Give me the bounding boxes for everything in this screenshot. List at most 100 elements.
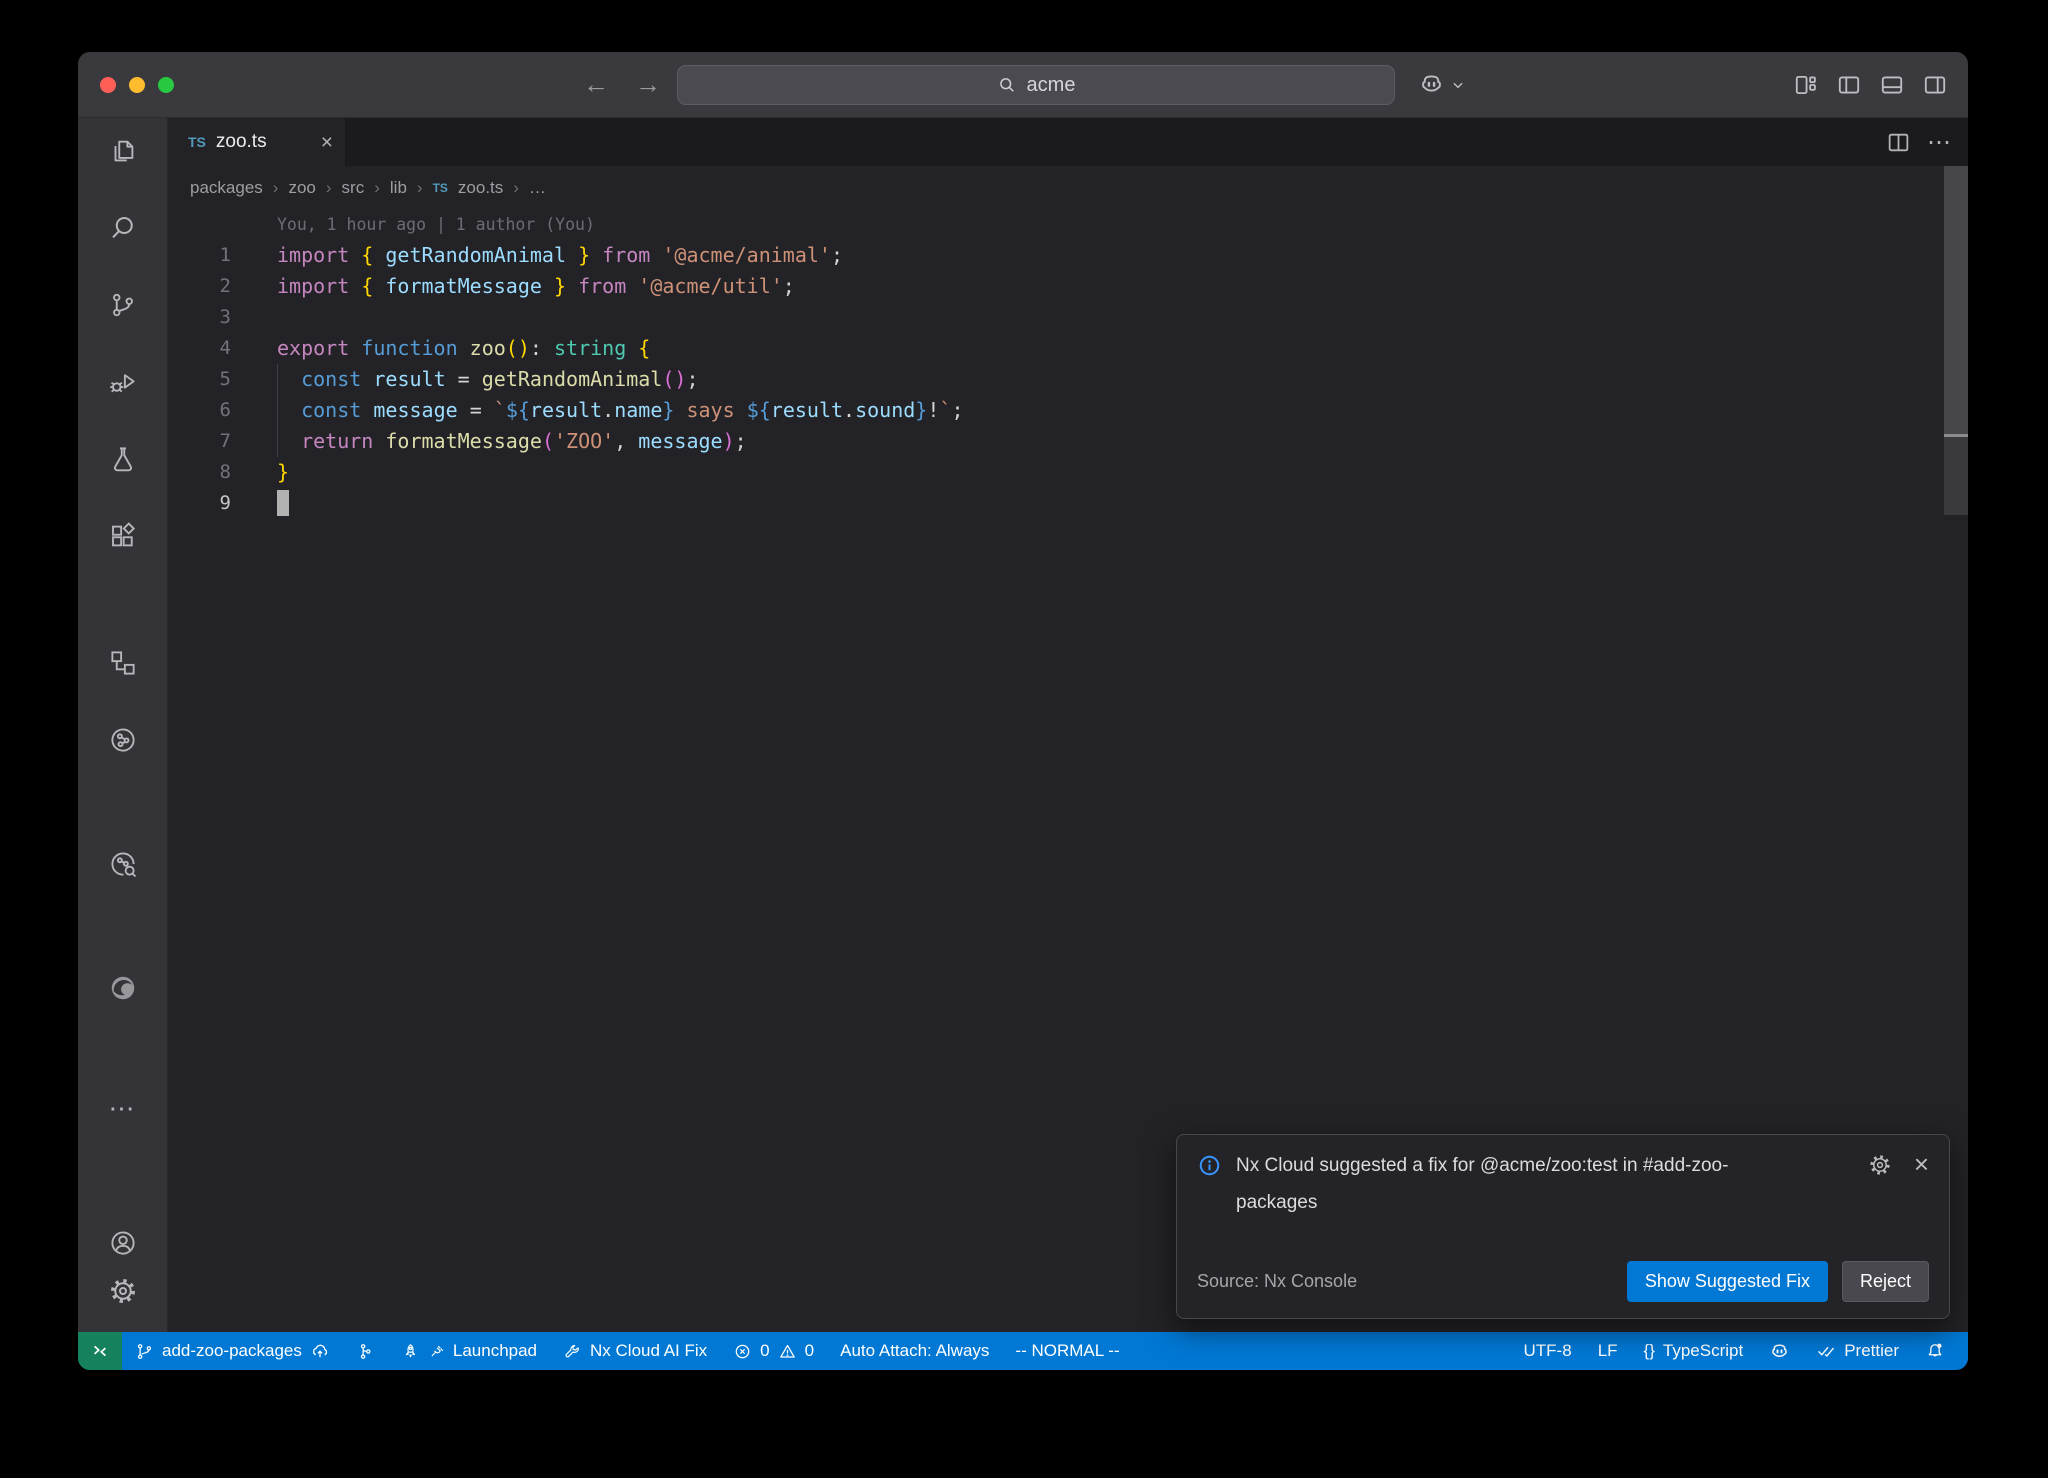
typescript-file-icon: TS: [188, 134, 206, 150]
language-label: TypeScript: [1663, 1341, 1743, 1361]
breadcrumb-separator: ›: [326, 178, 332, 198]
copilot-icon: [1769, 1341, 1790, 1362]
vim-mode-label: -- NORMAL --: [1015, 1341, 1119, 1361]
tab-label: zoo.ts: [216, 131, 267, 153]
status-bar-right: UTF-8 LF {} TypeScript: [1511, 1332, 1968, 1370]
code-line: 3: [168, 302, 1968, 333]
warning-icon: [778, 1342, 797, 1361]
breadcrumb-separator: ›: [273, 178, 279, 198]
project-graph-view-icon[interactable]: [108, 648, 138, 678]
code-lines: 1import { getRandomAnimal } from '@acme/…: [168, 240, 1968, 519]
copilot-menu[interactable]: [1418, 52, 1465, 117]
search-view-icon[interactable]: [108, 213, 138, 243]
text-cursor: [277, 490, 289, 516]
line-number: 9: [168, 488, 231, 519]
maximize-window-button[interactable]: [158, 77, 174, 93]
accounts-icon[interactable]: [108, 1228, 138, 1258]
editor-actions: ⋯: [1886, 118, 1952, 166]
settings-gear-icon[interactable]: [108, 1276, 138, 1306]
notification-toast: Nx Cloud suggested a fix for @acme/zoo:t…: [1176, 1134, 1950, 1319]
notification-actions: ×: [1868, 1153, 1929, 1221]
nx-cloud-icon[interactable]: [108, 849, 138, 879]
remote-indicator[interactable]: [78, 1332, 122, 1370]
indent-guide: [277, 364, 278, 457]
scrollbar-thumb[interactable]: [1944, 166, 1968, 434]
code-line: 5 const result = getRandomAnimal();: [168, 364, 1968, 395]
gitlens-blame: You, 1 hour ago | 1 author (You): [168, 210, 1968, 240]
notification-settings-gear-icon[interactable]: [1868, 1153, 1892, 1177]
nx-console-icon[interactable]: [108, 725, 138, 755]
extensions-icon[interactable]: [108, 521, 138, 551]
line-number: 4: [168, 333, 231, 364]
breadcrumb-item[interactable]: packages: [190, 178, 263, 198]
split-editor-icon[interactable]: [1886, 130, 1911, 155]
close-window-button[interactable]: [100, 77, 116, 93]
eol-item[interactable]: LF: [1585, 1332, 1631, 1370]
commit-graph-item[interactable]: [343, 1332, 388, 1370]
remote-icon: [90, 1341, 110, 1361]
search-value: acme: [1027, 74, 1076, 97]
command-center-search[interactable]: acme: [677, 65, 1395, 105]
problems-item[interactable]: 0 0: [720, 1332, 827, 1370]
close-notification-icon[interactable]: ×: [1914, 1153, 1929, 1175]
additional-views-icon[interactable]: ⋯: [108, 1093, 138, 1123]
line-number: 8: [168, 457, 231, 488]
forward-icon[interactable]: →: [635, 69, 661, 100]
rocket-icon: [401, 1342, 420, 1361]
customize-layout-icon[interactable]: [1793, 72, 1819, 98]
line-number: 2: [168, 271, 231, 302]
notification-message: Nx Cloud suggested a fix for @acme/zoo:t…: [1236, 1147, 1776, 1221]
toggle-secondary-sidebar-icon[interactable]: [1922, 72, 1948, 98]
breadcrumb-item[interactable]: zoo: [288, 178, 315, 198]
launchpad-item[interactable]: Launchpad: [388, 1332, 550, 1370]
toggle-primary-sidebar-icon[interactable]: [1836, 72, 1862, 98]
nx-cloud-fix-item[interactable]: Nx Cloud AI Fix: [550, 1332, 720, 1370]
line-number: 7: [168, 426, 231, 457]
auto-attach-item[interactable]: Auto Attach: Always: [827, 1332, 1002, 1370]
eol-label: LF: [1598, 1341, 1618, 1361]
warning-count: 0: [805, 1341, 814, 1361]
notification-source: Source: Nx Console: [1197, 1271, 1357, 1292]
tab-zoo-ts[interactable]: TS zoo.ts ×: [168, 118, 346, 166]
minimize-window-button[interactable]: [129, 77, 145, 93]
breadcrumb: packages › zoo › src › lib › TS zoo.ts ›…: [168, 166, 1968, 210]
titlebar: ← → acme: [78, 52, 1968, 118]
breadcrumb-item[interactable]: lib: [390, 178, 407, 198]
desktop: ← → acme: [0, 0, 2048, 1478]
history-nav: ← →: [583, 52, 661, 117]
encoding-label: UTF-8: [1524, 1341, 1572, 1361]
copilot-status-item[interactable]: [1756, 1332, 1803, 1370]
toggle-panel-icon[interactable]: [1879, 72, 1905, 98]
testing-icon[interactable]: [108, 444, 138, 474]
formatter-item[interactable]: Prettier: [1803, 1332, 1912, 1370]
auto-attach-label: Auto Attach: Always: [840, 1341, 989, 1361]
window-controls: [100, 52, 174, 117]
explorer-icon[interactable]: [108, 136, 138, 166]
search-icon: [997, 75, 1017, 95]
language-mode-item[interactable]: {} TypeScript: [1631, 1332, 1757, 1370]
breadcrumb-item[interactable]: src: [342, 178, 365, 198]
git-graph-icon: [356, 1342, 375, 1361]
encoding-item[interactable]: UTF-8: [1511, 1332, 1585, 1370]
reject-button[interactable]: Reject: [1842, 1261, 1929, 1302]
edge-browser-icon[interactable]: [108, 973, 138, 1003]
launchpad-label: Launchpad: [453, 1341, 537, 1361]
run-debug-icon[interactable]: [108, 367, 138, 397]
show-suggested-fix-button[interactable]: Show Suggested Fix: [1627, 1261, 1828, 1302]
breadcrumb-separator: ›: [374, 178, 380, 198]
more-actions-icon[interactable]: ⋯: [1927, 128, 1952, 157]
scrollbar-track[interactable]: [1944, 437, 1968, 515]
breadcrumb-item[interactable]: zoo.ts: [458, 178, 503, 198]
notifications-bell-item[interactable]: [1912, 1332, 1958, 1370]
back-icon[interactable]: ←: [583, 69, 609, 100]
source-control-icon[interactable]: [108, 290, 138, 320]
code-line: 1import { getRandomAnimal } from '@acme/…: [168, 240, 1968, 271]
vim-mode-item[interactable]: -- NORMAL --: [1002, 1332, 1132, 1370]
chevron-down-icon: [1451, 78, 1465, 92]
code-line: 8}: [168, 457, 1968, 488]
close-tab-icon[interactable]: ×: [321, 132, 333, 153]
wrench-icon: [563, 1342, 582, 1361]
breadcrumb-item[interactable]: …: [529, 178, 546, 198]
git-branch-item[interactable]: add-zoo-packages: [122, 1332, 343, 1370]
info-icon: [1197, 1153, 1222, 1178]
